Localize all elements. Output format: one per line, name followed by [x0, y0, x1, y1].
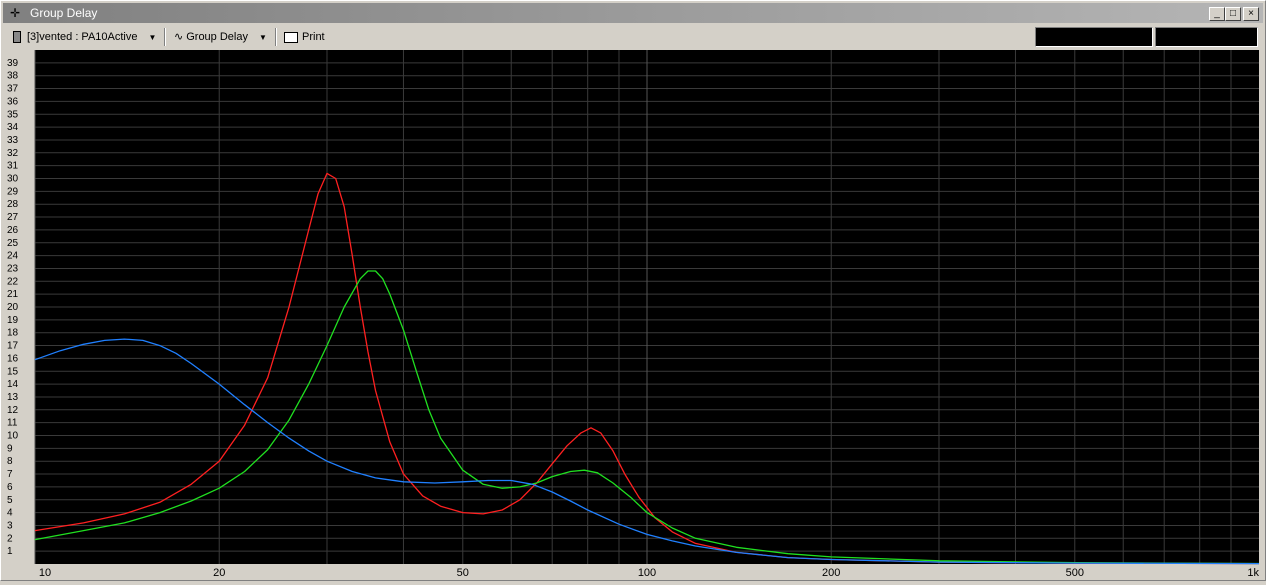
x-tick-label: 200: [822, 567, 840, 579]
speaker-icon: [13, 31, 21, 44]
readout-left: [1035, 27, 1153, 47]
project-dropdown[interactable]: [3]vented : PA10Active ▼: [13, 27, 156, 47]
crosshair-icon: ✛: [10, 6, 21, 20]
print-button[interactable]: Print: [284, 27, 325, 47]
y-tick-label: 27: [7, 212, 19, 223]
print-label: Print: [302, 31, 325, 43]
y-tick-label: 16: [7, 353, 19, 364]
y-tick-label: 35: [7, 109, 19, 120]
y-tick-label: 24: [7, 251, 19, 262]
y-tick-label: 22: [7, 276, 19, 287]
wave-icon: ∿: [174, 31, 184, 43]
y-tick-label: 10: [7, 431, 19, 442]
y-tick-label: 2: [7, 533, 13, 544]
window-title: Group Delay: [30, 6, 98, 20]
y-tick-label: 17: [7, 341, 19, 352]
chevron-down-icon: ▼: [259, 33, 267, 42]
y-tick-label: 21: [7, 289, 19, 300]
toolbar-separator: [164, 28, 166, 46]
y-tick-label: 32: [7, 148, 19, 159]
y-tick-label: 38: [7, 71, 19, 82]
x-tick-label: 50: [457, 567, 469, 579]
y-tick-label: 8: [7, 456, 13, 467]
x-tick-label: 20: [213, 567, 225, 579]
project-label: [3]vented : PA10Active: [27, 31, 138, 43]
y-tick-label: 30: [7, 174, 19, 185]
y-tick-label: 13: [7, 392, 19, 403]
y-tick-label: 31: [7, 161, 19, 172]
maximize-icon: □: [1229, 8, 1237, 19]
close-icon: ×: [1248, 8, 1254, 19]
x-tick-label: 100: [638, 567, 656, 579]
x-tick-label: 10: [39, 567, 51, 579]
minimize-button[interactable]: _: [1209, 7, 1225, 21]
close-button[interactable]: ×: [1243, 7, 1259, 21]
y-tick-label: 39: [7, 58, 19, 69]
y-tick-label: 5: [7, 495, 13, 506]
minimize-icon: _: [1214, 8, 1220, 19]
toolbar: [3]vented : PA10Active ▼ ∿ Group Delay ▼ …: [3, 25, 1263, 49]
y-tick-label: 6: [7, 482, 13, 493]
title-bar[interactable]: ✛ Group Delay _ □ ×: [3, 3, 1263, 23]
plot-area[interactable]: 1 2 3 4 5 6 7 8 9 10 11 12 13 14 15 16 17 18 19 20 21 22 23 24 2…: [3, 50, 1263, 580]
group-delay-chart[interactable]: 1234567891011121314151617181920212223242…: [3, 50, 1263, 580]
printer-icon: [284, 31, 298, 43]
y-tick-label: 37: [7, 84, 19, 95]
y-tick-label: 14: [7, 379, 19, 390]
y-tick-label: 3: [7, 520, 13, 531]
y-tick-label: 9: [7, 443, 13, 454]
maximize-button[interactable]: □: [1225, 7, 1241, 21]
y-tick-label: 12: [7, 405, 19, 416]
y-tick-label: 34: [7, 122, 19, 133]
y-tick-label: 20: [7, 302, 19, 313]
group-delay-window: ✛ Group Delay _ □ × [3]vented : PA10Acti…: [0, 0, 1266, 581]
y-tick-label: 7: [7, 469, 13, 480]
y-tick-label: 18: [7, 328, 19, 339]
y-tick-label: 11: [7, 418, 18, 429]
y-tick-label: 23: [7, 263, 19, 274]
y-tick-label: 15: [7, 366, 19, 377]
readout-right: [1155, 27, 1258, 47]
y-tick-label: 4: [7, 508, 13, 519]
y-tick-label: 1: [7, 546, 13, 557]
y-tick-label: 26: [7, 225, 19, 236]
chevron-down-icon: ▼: [148, 33, 157, 42]
y-tick-label: 19: [7, 315, 19, 326]
view-label: Group Delay: [186, 31, 248, 43]
toolbar-separator: [275, 28, 277, 46]
y-tick-label: 25: [7, 238, 19, 249]
y-tick-label: 36: [7, 96, 19, 107]
view-dropdown[interactable]: ∿ Group Delay ▼: [174, 27, 267, 47]
x-tick-label: 500: [1066, 567, 1084, 579]
x-tick-label: 1k: [1247, 567, 1259, 579]
y-tick-label: 28: [7, 199, 19, 210]
y-tick-label: 33: [7, 135, 19, 146]
y-tick-label: 29: [7, 186, 19, 197]
